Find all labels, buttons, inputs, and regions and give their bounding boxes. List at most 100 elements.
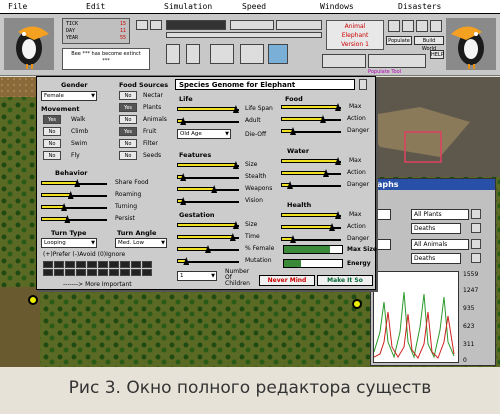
- movement-toggle[interactable]: No: [43, 139, 61, 148]
- behavior-slider[interactable]: [41, 179, 107, 187]
- preference-cell[interactable]: [65, 269, 75, 276]
- life-slider[interactable]: [177, 117, 239, 125]
- water-slider[interactable]: [281, 169, 341, 177]
- plants-select[interactable]: All Plants: [411, 209, 469, 220]
- preference-cell[interactable]: [98, 269, 108, 276]
- plants-metric[interactable]: Deaths: [411, 223, 461, 234]
- forward-button[interactable]: [150, 20, 162, 30]
- scroll-handle[interactable]: [359, 79, 367, 90]
- food-source-toggle[interactable]: No: [119, 115, 137, 124]
- gender-select[interactable]: Female: [41, 91, 97, 101]
- health-header: Health: [287, 201, 312, 209]
- weather-strip[interactable]: [230, 20, 274, 30]
- preference-cell[interactable]: [142, 261, 152, 268]
- movement-toggle[interactable]: Yes: [43, 115, 61, 124]
- health-slider[interactable]: [281, 223, 341, 231]
- preference-cell[interactable]: [76, 261, 86, 268]
- menu-item[interactable]: File: [0, 0, 78, 13]
- preference-cell[interactable]: [54, 261, 64, 268]
- behavior-slider[interactable]: [41, 191, 107, 199]
- preference-cell[interactable]: [120, 261, 130, 268]
- preference-cell[interactable]: [131, 261, 141, 268]
- preference-cell[interactable]: [43, 261, 53, 268]
- plants-icon[interactable]: [471, 209, 481, 219]
- animals-select[interactable]: All Animals: [411, 239, 469, 250]
- preference-cell[interactable]: [54, 269, 64, 276]
- gestation-slider[interactable]: [177, 221, 239, 229]
- features-slider[interactable]: [177, 173, 239, 181]
- water-max-slider[interactable]: [281, 157, 341, 165]
- preference-cell[interactable]: [109, 261, 119, 268]
- preference-cell[interactable]: [87, 261, 97, 268]
- children-select[interactable]: 1: [177, 271, 217, 281]
- food-slider[interactable]: [281, 127, 341, 135]
- preference-cell[interactable]: [131, 269, 141, 276]
- terrain-strip[interactable]: [276, 20, 322, 30]
- make-it-so-button[interactable]: Make It So: [317, 275, 373, 286]
- gestation-slider[interactable]: [177, 245, 239, 253]
- menu-item[interactable]: Edit: [78, 0, 156, 13]
- graphs-title[interactable]: raphs: [371, 179, 495, 190]
- animals-metric[interactable]: Deaths: [411, 253, 461, 264]
- rain-icon[interactable]: [186, 44, 200, 64]
- food-source-toggle[interactable]: No: [119, 151, 137, 160]
- tool-icons[interactable]: [368, 54, 426, 68]
- turn-type-select[interactable]: Looping: [41, 238, 97, 248]
- food-source-label: Plants: [143, 104, 162, 111]
- graph-icon[interactable]: [471, 223, 481, 233]
- food-source-toggle[interactable]: No: [119, 139, 137, 148]
- water-label: Danger: [347, 181, 370, 188]
- movement-toggle[interactable]: No: [43, 127, 61, 136]
- help-button[interactable]: HELP: [430, 50, 444, 59]
- behavior-slider[interactable]: [41, 215, 107, 223]
- search-icon[interactable]: [388, 20, 400, 32]
- animal-selector[interactable]: Animal Elephant Version 1: [326, 20, 384, 50]
- build-world-button[interactable]: Build World: [414, 36, 444, 52]
- food-max-slider[interactable]: [281, 103, 341, 111]
- gestation-slider[interactable]: [177, 233, 239, 241]
- movement-toggle[interactable]: No: [43, 151, 61, 160]
- never-mind-button[interactable]: Never Mind: [259, 275, 315, 286]
- features-slider[interactable]: [177, 161, 239, 169]
- features-slider[interactable]: [177, 185, 239, 193]
- preference-cell[interactable]: [142, 269, 152, 276]
- food-source-toggle[interactable]: Yes: [119, 103, 137, 112]
- food-slider[interactable]: [281, 115, 341, 123]
- preference-cell[interactable]: [43, 269, 53, 276]
- rewind-button[interactable]: [136, 20, 148, 30]
- populate-button[interactable]: Populate: [386, 36, 412, 45]
- preference-cell[interactable]: [87, 269, 97, 276]
- life-slider[interactable]: [177, 105, 239, 113]
- gear-icon[interactable]: [416, 20, 428, 32]
- turn-angle-select[interactable]: Med. Low: [115, 238, 167, 248]
- gestation-slider[interactable]: [177, 257, 239, 265]
- bulb-icon[interactable]: [402, 20, 414, 32]
- preference-cell[interactable]: [109, 269, 119, 276]
- preference-cell[interactable]: [120, 269, 130, 276]
- health-slider[interactable]: [281, 235, 341, 243]
- food-source-toggle[interactable]: No: [119, 91, 137, 100]
- die-off-select[interactable]: Old Age: [177, 129, 231, 139]
- tool-icons[interactable]: [322, 54, 366, 68]
- behavior-slider[interactable]: [41, 203, 107, 211]
- menu-item[interactable]: Windows: [312, 0, 390, 13]
- menu-item[interactable]: Simulation: [156, 0, 234, 13]
- health-max-slider[interactable]: [281, 211, 341, 219]
- speed-strip[interactable]: [166, 20, 226, 30]
- preference-cell[interactable]: [98, 261, 108, 268]
- thermometer-icon[interactable]: [166, 44, 180, 64]
- menu-item[interactable]: Speed: [234, 0, 312, 13]
- menu-item[interactable]: Disasters: [390, 0, 468, 13]
- preference-cell[interactable]: [76, 269, 86, 276]
- water-slider[interactable]: [281, 181, 341, 189]
- level-icon[interactable]: [210, 44, 234, 64]
- level-icon[interactable]: [240, 44, 264, 64]
- graph-icon[interactable]: [471, 253, 481, 263]
- features-slider[interactable]: [177, 197, 239, 205]
- preference-cell[interactable]: [65, 261, 75, 268]
- animals-icon[interactable]: [471, 239, 481, 249]
- food-source-toggle[interactable]: Yes: [119, 127, 137, 136]
- max-size-bar: [283, 245, 343, 254]
- map-icon[interactable]: [268, 44, 288, 64]
- pause-icon[interactable]: [430, 20, 442, 32]
